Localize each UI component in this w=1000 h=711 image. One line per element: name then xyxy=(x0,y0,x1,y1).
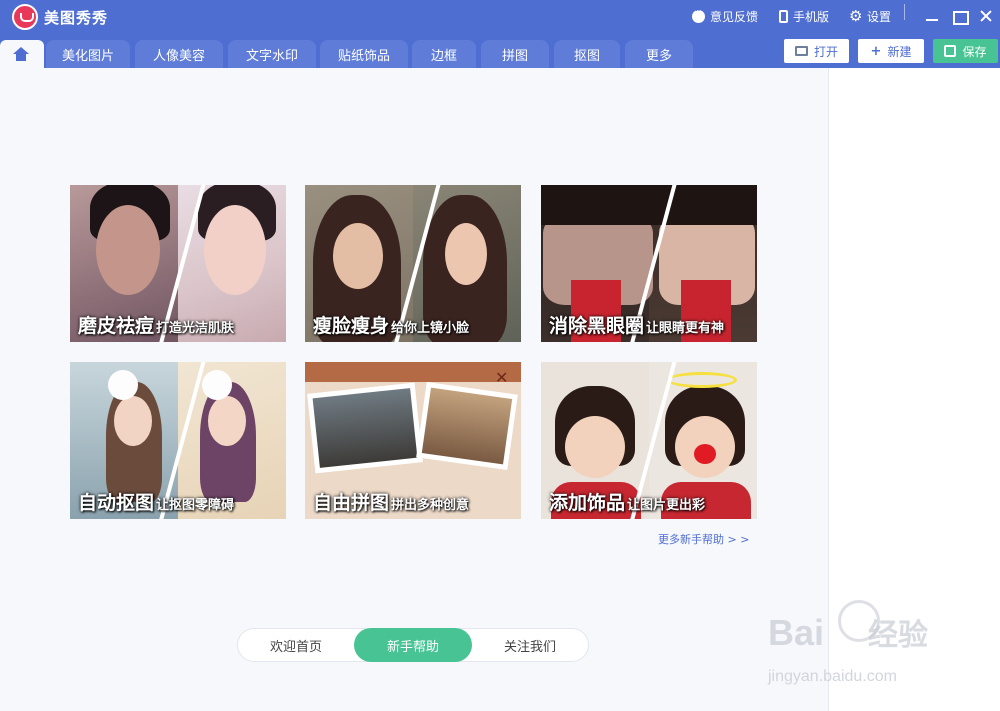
open-button[interactable]: 打开 xyxy=(784,39,849,63)
app-title: 美图秀秀 xyxy=(44,9,109,27)
card-title: 消除黑眼圈 xyxy=(549,315,645,337)
switch-follow-us[interactable]: 关注我们 xyxy=(472,628,588,662)
card-caption: 消除黑眼圈 让眼睛更有神 xyxy=(549,311,724,338)
card-title: 自由拼图 xyxy=(313,492,390,514)
card-subtitle: 让抠图零障碍 xyxy=(156,498,235,513)
card-subtitle: 让眼睛更有神 xyxy=(646,321,725,336)
collage-photo-2 xyxy=(416,381,518,471)
feature-card-free-collage[interactable]: ✕ 自由拼图 拼出多种创意 xyxy=(305,362,521,519)
feature-card-add-accessories[interactable]: 添加饰品 让图片更出彩 xyxy=(541,362,757,519)
baidu-watermark-url: jingyan.baidu.com xyxy=(768,668,897,685)
save-button[interactable]: 保存 xyxy=(933,39,998,63)
page-switcher: 欢迎首页 新手帮助 关注我们 xyxy=(237,628,589,662)
card-title: 瘦脸瘦身 xyxy=(313,315,390,337)
switch-welcome[interactable]: 欢迎首页 xyxy=(238,628,354,662)
clown-nose-icon xyxy=(694,444,716,464)
card-subtitle: 给你上镜小脸 xyxy=(391,321,470,336)
feedback-label: 意见反馈 xyxy=(710,10,759,24)
title-bar: 美图秀秀 意见反馈 手机版 ⚙ 设置 xyxy=(0,0,1000,34)
feature-card-skin-smoothing[interactable]: 磨皮祛痘 打造光洁肌肤 xyxy=(70,185,286,342)
plus-icon: + xyxy=(870,43,882,59)
image-icon xyxy=(794,46,808,56)
ribbon-bow-icon: ✕ xyxy=(495,368,509,387)
halo-icon xyxy=(667,372,737,388)
save-icon xyxy=(944,45,957,57)
card-title: 磨皮祛痘 xyxy=(78,315,155,337)
tab-portrait[interactable]: 人像美容 xyxy=(135,40,223,68)
tab-home[interactable] xyxy=(0,40,44,68)
feedback-button[interactable]: 意见反馈 xyxy=(692,6,759,25)
card-subtitle: 拼出多种创意 xyxy=(391,498,470,513)
save-label: 保存 xyxy=(962,44,987,59)
tab-stickers[interactable]: 贴纸饰品 xyxy=(320,40,408,68)
card-subtitle: 打造光洁肌肤 xyxy=(156,321,235,336)
card-caption: 自由拼图 拼出多种创意 xyxy=(313,488,469,515)
more-help-link[interactable]: 更多新手帮助 > > xyxy=(658,531,749,547)
app-logo-icon xyxy=(12,4,38,30)
tab-more[interactable]: 更多 xyxy=(625,40,693,68)
card-caption: 添加饰品 让图片更出彩 xyxy=(549,488,705,515)
switch-beginner-help[interactable]: 新手帮助 xyxy=(354,628,472,662)
tab-frames[interactable]: 边框 xyxy=(412,40,476,68)
card-caption: 自动抠图 让抠图零障碍 xyxy=(78,488,234,515)
chat-bubble-icon xyxy=(692,6,705,23)
paw-icon xyxy=(838,600,880,642)
settings-label: 设置 xyxy=(867,10,892,24)
card-title: 添加饰品 xyxy=(549,492,626,514)
settings-button[interactable]: ⚙ 设置 xyxy=(849,8,891,25)
titlebar-divider xyxy=(904,4,905,20)
minimize-button[interactable] xyxy=(924,8,940,24)
open-label: 打开 xyxy=(813,44,838,59)
card-caption: 磨皮祛痘 打造光洁肌肤 xyxy=(78,311,234,338)
tab-collage[interactable]: 拼图 xyxy=(481,40,549,68)
home-icon xyxy=(13,47,29,61)
tab-cutout[interactable]: 抠图 xyxy=(554,40,620,68)
close-button[interactable] xyxy=(978,8,994,24)
feature-card-auto-cutout[interactable]: 自动抠图 让抠图零障碍 xyxy=(70,362,286,519)
new-button[interactable]: + 新建 xyxy=(858,39,924,63)
gear-icon: ⚙ xyxy=(849,7,863,25)
tab-text-watermark[interactable]: 文字水印 xyxy=(228,40,316,68)
card-subtitle: 让图片更出彩 xyxy=(627,498,706,513)
new-label: 新建 xyxy=(887,44,912,59)
tab-bar: 美化图片 人像美容 文字水印 贴纸饰品 边框 拼图 抠图 更多 打开 + 新建 … xyxy=(0,34,1000,68)
mobile-version-button[interactable]: 手机版 xyxy=(779,8,829,25)
collage-photo-1 xyxy=(307,382,423,474)
card-title: 自动抠图 xyxy=(78,492,155,514)
maximize-button[interactable] xyxy=(951,8,969,25)
mobile-label: 手机版 xyxy=(793,10,830,24)
card-caption: 瘦脸瘦身 给你上镜小脸 xyxy=(313,311,469,338)
feature-card-slim-face[interactable]: 瘦脸瘦身 给你上镜小脸 xyxy=(305,185,521,342)
tab-beautify[interactable]: 美化图片 xyxy=(46,40,130,68)
feature-card-dark-circles[interactable]: 消除黑眼圈 让眼睛更有神 xyxy=(541,185,757,342)
phone-icon xyxy=(779,10,788,23)
